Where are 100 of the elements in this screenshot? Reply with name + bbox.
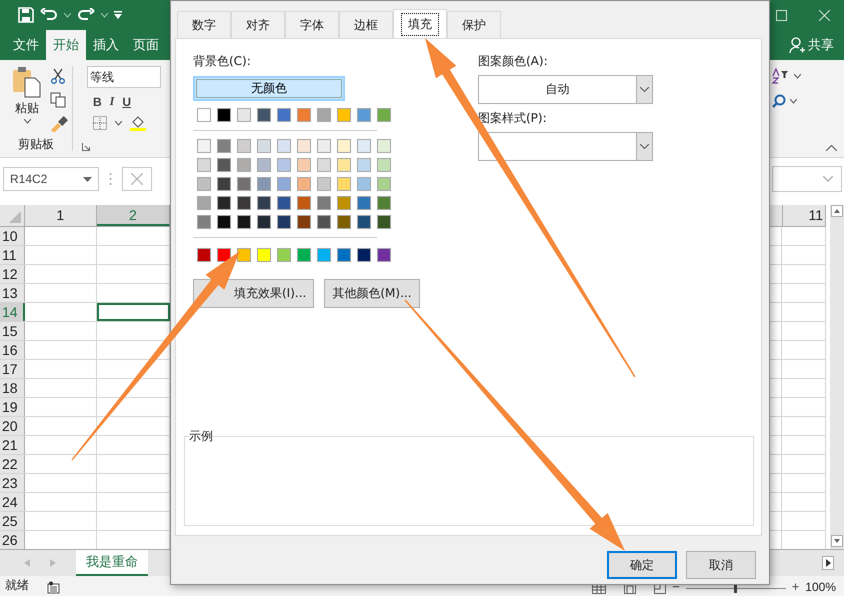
color-swatch[interactable] [377, 139, 391, 153]
page-layout-icon[interactable] [624, 583, 636, 594]
row-header[interactable]: 22 [0, 455, 25, 473]
save-icon[interactable] [18, 7, 34, 23]
color-swatch[interactable] [297, 248, 311, 262]
color-swatch[interactable] [317, 158, 331, 172]
color-swatch[interactable] [297, 196, 311, 210]
previous-sheet-icon[interactable] [24, 559, 30, 567]
color-swatch[interactable] [337, 196, 351, 210]
close-icon[interactable] [819, 10, 830, 20]
row-header[interactable]: 16 [0, 341, 25, 359]
row-header[interactable]: 25 [0, 512, 25, 530]
scissors-icon[interactable] [50, 68, 66, 84]
color-swatch[interactable] [277, 177, 291, 191]
dialog-tab[interactable]: 填充 [393, 9, 447, 38]
dialog-tab[interactable]: 保护 [447, 11, 501, 38]
no-color-button[interactable]: 无颜色 [193, 76, 345, 101]
zoom-slider[interactable] [686, 582, 786, 594]
color-swatch[interactable] [237, 177, 251, 191]
color-swatch[interactable] [297, 215, 311, 229]
customize-icon[interactable] [114, 11, 122, 19]
color-swatch[interactable] [217, 215, 231, 229]
fill-color-icon[interactable] [130, 115, 146, 131]
row-header[interactable]: 20 [0, 417, 25, 435]
color-swatch[interactable] [277, 108, 291, 122]
formula-field[interactable] [772, 166, 842, 192]
color-swatch[interactable] [297, 108, 311, 122]
vertical-scrollbar[interactable] [830, 205, 844, 549]
row-header[interactable]: 13 [0, 284, 25, 302]
color-swatch[interactable] [197, 215, 211, 229]
color-swatch[interactable] [317, 108, 331, 122]
color-swatch[interactable] [197, 108, 211, 122]
caret-icon[interactable] [24, 119, 30, 124]
color-swatch[interactable] [297, 158, 311, 172]
normal-view-icon[interactable] [592, 583, 606, 594]
column-header[interactable]: 2 [96, 205, 170, 226]
color-swatch[interactable] [197, 196, 211, 210]
page-break-icon[interactable] [654, 583, 666, 594]
color-swatch[interactable] [237, 139, 251, 153]
ribbon-tab[interactable]: 页面 [126, 30, 166, 60]
font-name-field[interactable]: 等线 [87, 66, 161, 88]
chevron-down-icon[interactable] [640, 144, 649, 149]
color-swatch[interactable] [257, 139, 271, 153]
person-add-icon[interactable] [789, 37, 805, 54]
color-swatch[interactable] [257, 108, 271, 122]
brush-icon[interactable] [50, 116, 68, 132]
ribbon-tab[interactable]: 开始 [46, 30, 86, 60]
row-header[interactable]: 24 [0, 493, 25, 511]
share-button[interactable]: 共享 [808, 30, 834, 60]
sort-filter-icon[interactable] [772, 68, 790, 84]
ok-button[interactable]: 确定 [607, 551, 677, 579]
color-swatch[interactable] [257, 215, 271, 229]
color-swatch[interactable] [257, 196, 271, 210]
color-swatch[interactable] [197, 177, 211, 191]
row-header[interactable]: 19 [0, 398, 25, 416]
color-swatch[interactable] [317, 215, 331, 229]
color-swatch[interactable] [317, 139, 331, 153]
paste-button[interactable]: 粘贴 [15, 100, 39, 117]
color-swatch[interactable] [257, 248, 271, 262]
chevron-down-icon[interactable] [640, 87, 649, 92]
color-swatch[interactable] [357, 177, 371, 191]
row-header[interactable]: 26 [0, 531, 25, 549]
color-swatch[interactable] [337, 215, 351, 229]
format-button[interactable]: B [93, 94, 102, 108]
color-swatch[interactable] [237, 158, 251, 172]
fill-effects-button[interactable]: 填充效果(I)... [193, 279, 314, 308]
color-swatch[interactable] [237, 108, 251, 122]
sheet-tab[interactable]: 我是重命 [76, 550, 148, 576]
search-icon[interactable] [772, 94, 786, 108]
color-swatch[interactable] [217, 248, 231, 262]
caret-icon[interactable] [101, 12, 108, 18]
next-sheet-icon[interactable] [50, 559, 56, 567]
borders-icon[interactable] [93, 116, 107, 130]
color-swatch[interactable] [277, 248, 291, 262]
redo-icon[interactable] [77, 8, 95, 22]
collapse-icon[interactable] [826, 145, 837, 151]
scroll-down-icon[interactable] [831, 535, 843, 547]
color-swatch[interactable] [217, 196, 231, 210]
color-swatch[interactable] [277, 215, 291, 229]
maximize-icon[interactable] [776, 10, 787, 20]
color-swatch[interactable] [377, 177, 391, 191]
name-box[interactable]: R14C2 [3, 167, 99, 191]
pattern-style-dropdown[interactable] [478, 132, 653, 161]
dialog-tab[interactable]: 数字 [177, 11, 231, 38]
color-swatch[interactable] [217, 177, 231, 191]
row-header[interactable]: 23 [0, 474, 25, 492]
row-header[interactable]: 15 [0, 322, 25, 340]
color-swatch[interactable] [357, 215, 371, 229]
format-button[interactable]: I [110, 94, 114, 109]
row-header[interactable]: 21 [0, 436, 25, 454]
color-swatch[interactable] [257, 177, 271, 191]
color-swatch[interactable] [377, 196, 391, 210]
color-swatch[interactable] [257, 158, 271, 172]
color-swatch[interactable] [337, 139, 351, 153]
row-header[interactable]: 17 [0, 360, 25, 378]
color-swatch[interactable] [277, 158, 291, 172]
color-swatch[interactable] [197, 248, 211, 262]
zoom-level[interactable]: 100% [805, 580, 836, 594]
color-swatch[interactable] [357, 248, 371, 262]
color-swatch[interactable] [377, 248, 391, 262]
